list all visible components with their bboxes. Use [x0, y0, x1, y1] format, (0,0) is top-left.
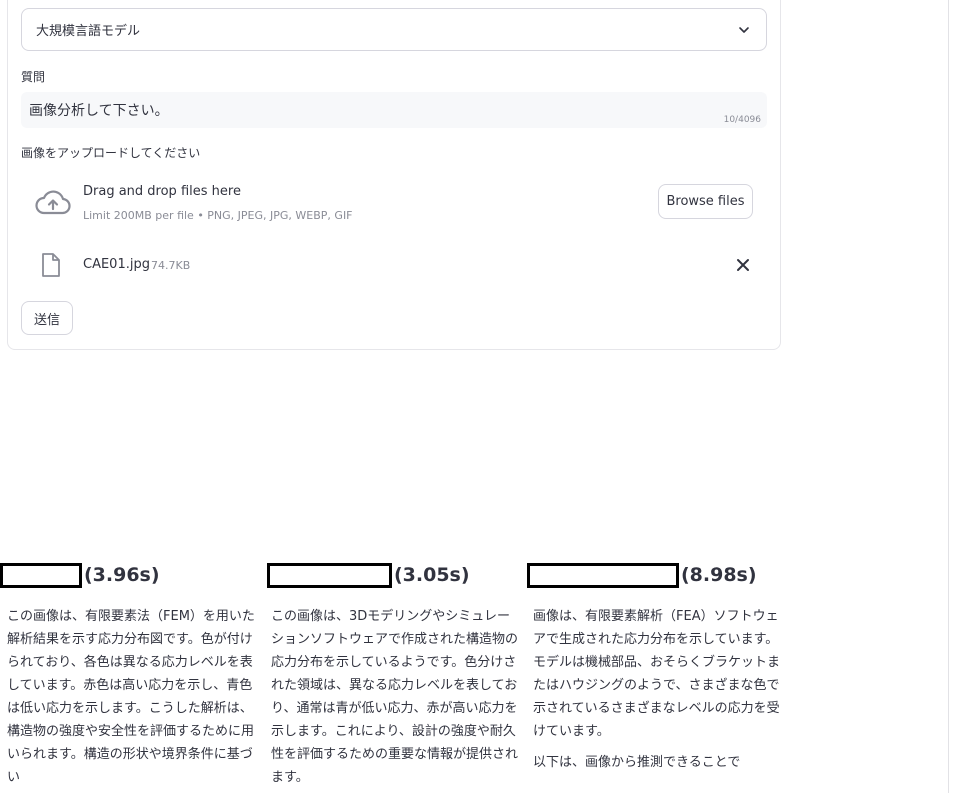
- result-column-2: (3.05s) この画像は、3Dモデリングやシミュレーションソフトウェアで作成さ…: [267, 558, 519, 789]
- redacted-model-name: [0, 562, 82, 588]
- question-label: 質問: [21, 70, 46, 84]
- question-textarea[interactable]: 画像分析して下さい。 10/4096: [21, 92, 767, 128]
- response-time: (3.96s): [84, 564, 160, 586]
- dropzone-title: Drag and drop files here: [83, 184, 241, 199]
- close-icon[interactable]: [736, 258, 750, 272]
- question-value: 画像分析して下さい。: [29, 103, 169, 119]
- model-select[interactable]: 大規模言語モデル: [21, 8, 767, 51]
- dropzone-limit: Limit 200MB per file • PNG, JPEG, JPG, W…: [83, 209, 353, 222]
- response-text-continued: 以下は、画像から推測できることで: [533, 755, 741, 770]
- response-time: (8.98s): [681, 564, 757, 586]
- response-text: 画像は、有限要素解析（FEA）ソフトウェアで生成された応力分布を示しています。モ…: [533, 609, 781, 739]
- response-text: この画像は、有限要素法（FEM）を用いた解析結果を示す応力分布図です。色が付けら…: [7, 609, 255, 785]
- chevron-down-icon: [739, 26, 749, 33]
- file-name: CAE01.jpg: [83, 257, 150, 272]
- response-time: (3.05s): [394, 564, 470, 586]
- uploaded-file-row: CAE01.jpg 74.7KB: [21, 248, 767, 284]
- cloud-upload-icon: [35, 190, 71, 215]
- result-column-3: (8.98s) 画像は、有限要素解析（FEA）ソフトウェアで生成された応力分布を…: [527, 558, 781, 774]
- upload-label: 画像をアップロードしてください: [21, 146, 201, 160]
- scrollbar-track[interactable]: [948, 0, 949, 793]
- redacted-model-name: [267, 562, 392, 588]
- redacted-model-name: [527, 562, 679, 588]
- file-icon: [42, 253, 60, 277]
- model-select-value: 大規模言語モデル: [36, 24, 141, 39]
- submit-button[interactable]: 送信: [21, 301, 73, 335]
- result-column-1: (3.96s) この画像は、有限要素法（FEM）を用いた解析結果を示す応力分布図…: [0, 558, 255, 789]
- file-size: 74.7KB: [151, 259, 191, 272]
- browse-files-button[interactable]: Browse files: [658, 184, 753, 219]
- file-dropzone[interactable]: Drag and drop files here Limit 200MB per…: [21, 168, 767, 236]
- char-counter: 10/4096: [723, 115, 761, 125]
- response-text: この画像は、3Dモデリングやシミュレーションソフトウェアで作成された構造物の応力…: [271, 609, 519, 785]
